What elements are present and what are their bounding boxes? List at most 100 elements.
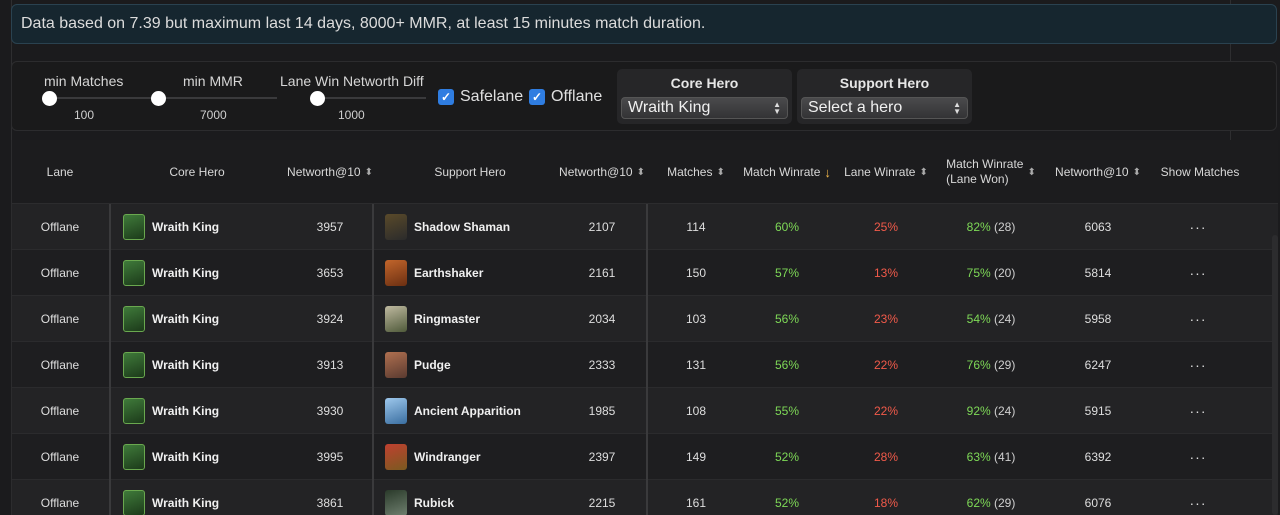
slider-handle[interactable] (151, 91, 166, 106)
support-hero-portrait-icon (385, 214, 407, 240)
support-hero-name: Ancient Apparition (414, 404, 521, 418)
show-matches-button[interactable]: ··· (1150, 388, 1246, 434)
col-networth-label: Networth@10 (1055, 164, 1129, 179)
support-hero-cell[interactable]: Ringmaster (385, 296, 561, 342)
support-hero-cell[interactable]: Windranger (385, 434, 561, 480)
show-matches-button[interactable]: ··· (1150, 342, 1246, 388)
support-hero-portrait-icon (385, 352, 407, 378)
lane-win-networth-slider[interactable]: Lane Win Networth Diff 1000 (278, 62, 438, 132)
col-support-hero[interactable]: Support Hero (382, 140, 558, 204)
sort-icon[interactable]: ⬍ (716, 165, 724, 180)
core-hero-select[interactable]: Wraith King ▲ ▼ (621, 97, 788, 119)
show-matches-button[interactable]: ··· (1150, 204, 1246, 250)
show-matches-button[interactable]: ··· (1150, 480, 1246, 515)
lane-cell: Offlane (40, 358, 80, 372)
col-networth[interactable]: Networth@10 ⬍ (1048, 140, 1148, 204)
core-hero-cell[interactable]: Wraith King (123, 250, 293, 296)
support-hero-name: Pudge (414, 358, 451, 372)
core-networth-cell: 3913 (316, 358, 344, 372)
core-hero-select-value: Wraith King (628, 99, 711, 116)
table-row[interactable]: Offlane Wraith King 3924 Ringmaster 2034… (12, 296, 1278, 342)
col-lane[interactable]: Lane (12, 140, 108, 204)
sort-icon[interactable]: ⬍ (1027, 165, 1035, 180)
sort-icon[interactable]: ⬍ (637, 165, 645, 180)
support-hero-name: Windranger (414, 450, 481, 464)
sort-icon[interactable]: ⬍ (919, 165, 927, 180)
checkmark-icon[interactable]: ✓ (529, 89, 545, 105)
min-mmr-slider[interactable]: min MMR 7000 (149, 62, 289, 132)
lane-won-winrate: 75% (966, 266, 991, 280)
match-winrate-lane-won-cell: 63% (41) (935, 434, 1047, 480)
networth-cell: 6247 (1084, 358, 1112, 372)
col-support-networth[interactable]: Networth@10 ⬍ (552, 140, 652, 204)
col-show-matches: Show Matches (1150, 140, 1250, 204)
core-networth-cell: 3995 (316, 450, 344, 464)
col-lane-winrate[interactable]: Lane Winrate ⬍ (837, 140, 935, 204)
support-hero-portrait-icon (385, 490, 407, 515)
core-hero-name: Wraith King (152, 450, 220, 464)
page: Data based on 7.39 but maximum last 14 d… (0, 0, 1280, 515)
support-networth-cell: 2161 (588, 266, 616, 280)
core-hero-cell[interactable]: Wraith King (123, 434, 293, 480)
column-divider (646, 388, 648, 434)
support-networth-cell: 2397 (588, 450, 616, 464)
table-row[interactable]: Offlane Wraith King 3930 Ancient Apparit… (12, 388, 1278, 434)
col-core-networth-label: Networth@10 (287, 164, 361, 179)
sort-icon[interactable]: ⬍ (365, 165, 373, 180)
slider-track (318, 97, 426, 99)
table-row[interactable]: Offlane Wraith King 3861 Rubick 2215 161… (12, 480, 1278, 515)
col-core-hero[interactable]: Core Hero (112, 140, 282, 204)
show-matches-button[interactable]: ··· (1150, 250, 1246, 296)
col-header-line: (Lane Won) (946, 172, 1009, 186)
column-divider (109, 296, 111, 342)
offlane-checkbox[interactable]: ✓ Offlane (529, 88, 602, 106)
column-divider (372, 434, 374, 480)
lane-cell: Offlane (40, 450, 80, 464)
support-hero-cell[interactable]: Shadow Shaman (385, 204, 561, 250)
slider-handle[interactable] (310, 91, 325, 106)
wraith-king-portrait-icon (123, 352, 145, 378)
show-matches-button[interactable]: ··· (1150, 296, 1246, 342)
checkmark-icon[interactable]: ✓ (438, 89, 454, 105)
filter-panel: min Matches 100 min MMR 7000 Lane Win Ne… (11, 61, 1277, 131)
core-hero-cell[interactable]: Wraith King (123, 342, 293, 388)
core-hero-name: Wraith King (152, 496, 220, 510)
lane-winrate-cell: 22% (873, 404, 899, 418)
column-divider (372, 342, 374, 388)
show-matches-button[interactable]: ··· (1150, 434, 1246, 480)
core-hero-cell[interactable]: Wraith King (123, 296, 293, 342)
support-hero-name: Earthshaker (414, 266, 484, 280)
support-hero-cell[interactable]: Earthshaker (385, 250, 561, 296)
support-networth-cell: 2333 (588, 358, 616, 372)
col-match-winrate-label: Match Winrate (743, 164, 821, 179)
column-divider (109, 250, 111, 296)
table-row[interactable]: Offlane Wraith King 3957 Shadow Shaman 2… (12, 204, 1278, 250)
table-row[interactable]: Offlane Wraith King 3913 Pudge 2333 131 … (12, 342, 1278, 388)
core-hero-cell[interactable]: Wraith King (123, 480, 293, 515)
safelane-checkbox[interactable]: ✓ Safelane (438, 88, 523, 106)
col-match-winrate-lane-won[interactable]: Match Winrate (Lane Won) ⬍ (935, 140, 1047, 204)
sort-desc-icon[interactable]: ↓ (824, 165, 831, 180)
lane-won-winrate: 62% (966, 496, 991, 510)
updown-arrow-icon: ▲ ▼ (953, 100, 961, 116)
table-row[interactable]: Offlane Wraith King 3653 Earthshaker 216… (12, 250, 1278, 296)
networth-cell: 5814 (1084, 266, 1112, 280)
support-hero-cell[interactable]: Rubick (385, 480, 561, 515)
core-hero-cell[interactable]: Wraith King (123, 204, 293, 250)
col-match-winrate[interactable]: Match Winrate ↓ (737, 140, 837, 204)
scrollbar[interactable] (1272, 235, 1278, 515)
support-hero-select[interactable]: Select a hero ▲ ▼ (801, 97, 968, 119)
col-core-networth[interactable]: Networth@10 ⬍ (282, 140, 378, 204)
support-hero-cell[interactable]: Ancient Apparition (385, 388, 561, 434)
col-lane-winrate-label: Lane Winrate (844, 164, 916, 179)
sort-icon[interactable]: ⬍ (1133, 165, 1141, 180)
lane-won-winrate: 63% (966, 450, 991, 464)
support-hero-cell[interactable]: Pudge (385, 342, 561, 388)
matches-cell: 103 (685, 312, 707, 326)
min-matches-slider[interactable]: min Matches 100 (20, 62, 160, 132)
slider-handle[interactable] (42, 91, 57, 106)
col-matches[interactable]: Matches ⬍ (655, 140, 737, 204)
match-winrate-cell: 60% (774, 220, 800, 234)
table-row[interactable]: Offlane Wraith King 3995 Windranger 2397… (12, 434, 1278, 480)
core-hero-cell[interactable]: Wraith King (123, 388, 293, 434)
